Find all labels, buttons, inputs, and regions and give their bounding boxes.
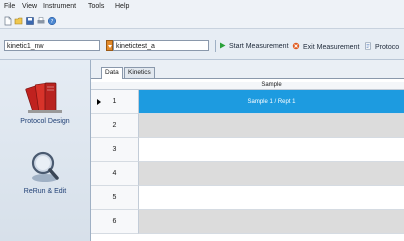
run-name-field[interactable]: kinetictest_a bbox=[113, 40, 209, 51]
table-row[interactable]: 2 bbox=[91, 114, 404, 138]
exit-measurement-label: Exit Measurement bbox=[303, 44, 360, 51]
table-row[interactable]: 4 bbox=[91, 162, 404, 186]
row-number[interactable]: 3 bbox=[91, 138, 139, 162]
sample-grid: Sample 1 Sample 1 / Rept 1 2 3 4 5 6 bbox=[91, 79, 404, 241]
row-number[interactable]: 5 bbox=[91, 186, 139, 210]
menu-view[interactable]: View bbox=[22, 3, 37, 10]
menu-tools[interactable]: Tools bbox=[88, 3, 104, 10]
sample-cell[interactable] bbox=[139, 186, 404, 210]
measurement-toolbar: kinetic1_nw kinetictest_a Start Measurem… bbox=[0, 29, 404, 60]
sidebar: Protocol Design ReRun & Edit bbox=[0, 60, 91, 241]
table-row[interactable]: 1 Sample 1 / Rept 1 bbox=[91, 90, 404, 114]
tab-kinetics[interactable]: Kinetics bbox=[124, 67, 155, 78]
svg-text:?: ? bbox=[51, 19, 54, 25]
sidebar-item-protocol-design[interactable]: Protocol Design bbox=[0, 78, 90, 130]
row-number[interactable]: 2 bbox=[91, 114, 139, 138]
sample-cell[interactable] bbox=[139, 138, 404, 162]
save-icon[interactable] bbox=[25, 16, 35, 26]
protocol-button[interactable]: Protoco bbox=[364, 42, 399, 51]
start-measurement-button[interactable]: Start Measurement bbox=[219, 42, 289, 50]
print-icon[interactable] bbox=[36, 16, 46, 26]
icon-toolbar: ? bbox=[0, 14, 404, 29]
table-row[interactable]: 5 bbox=[91, 186, 404, 210]
sample-cell[interactable] bbox=[139, 114, 404, 138]
protocol-document-icon bbox=[365, 42, 371, 50]
exit-measurement-icon bbox=[292, 42, 300, 50]
menu-instrument[interactable]: Instrument bbox=[43, 3, 76, 10]
row-number[interactable]: 4 bbox=[91, 162, 139, 186]
binders-icon bbox=[25, 82, 62, 113]
sample-cell[interactable]: Sample 1 / Rept 1 bbox=[139, 90, 404, 114]
tab-bar: Data Kinetics bbox=[91, 60, 404, 79]
play-icon bbox=[220, 42, 226, 49]
column-header-sample[interactable]: Sample bbox=[139, 82, 404, 90]
start-measurement-label: Start Measurement bbox=[229, 43, 289, 50]
toolbar-separator bbox=[215, 40, 216, 52]
table-row[interactable]: 3 bbox=[91, 138, 404, 162]
protocol-button-label: Protoco bbox=[375, 44, 400, 51]
new-document-icon[interactable] bbox=[3, 16, 13, 26]
table-row[interactable]: 6 bbox=[91, 210, 404, 234]
menu-file[interactable]: File bbox=[4, 3, 15, 10]
row-pointer-icon bbox=[97, 99, 101, 105]
magnifier-icon bbox=[31, 151, 59, 182]
exit-measurement-button[interactable]: Exit Measurement bbox=[292, 42, 359, 51]
main-content: Data Kinetics Sample 1 Sample 1 / Rept 1… bbox=[91, 60, 404, 241]
tab-data[interactable]: Data bbox=[101, 67, 123, 79]
sample-cell[interactable] bbox=[139, 162, 404, 186]
protocol-field[interactable]: kinetic1_nw bbox=[4, 40, 100, 51]
sample-cell[interactable] bbox=[139, 210, 404, 234]
open-folder-icon[interactable] bbox=[14, 16, 24, 26]
run-dropdown-button[interactable] bbox=[106, 40, 113, 51]
menu-help[interactable]: Help bbox=[115, 3, 129, 10]
sidebar-item-rerun-edit[interactable]: ReRun & Edit bbox=[0, 148, 90, 200]
protocol-design-label: Protocol Design bbox=[20, 118, 70, 125]
help-icon[interactable]: ? bbox=[47, 16, 57, 26]
grid-corner bbox=[91, 82, 139, 90]
row-number[interactable]: 6 bbox=[91, 210, 139, 234]
menu-bar: File View Instrument Tools Help bbox=[0, 0, 404, 14]
rerun-edit-label: ReRun & Edit bbox=[23, 188, 67, 195]
